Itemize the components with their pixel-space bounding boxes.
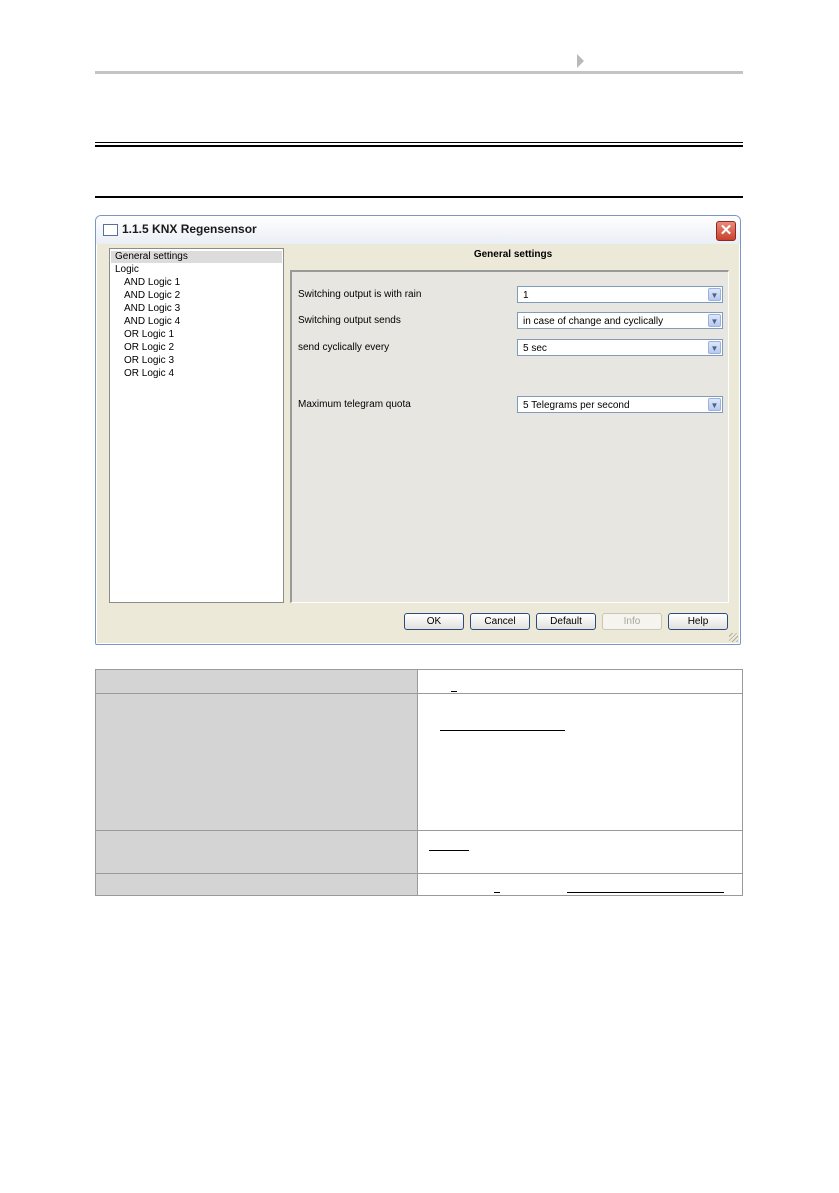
tree-item-label: General settings [115,251,188,262]
chevron-down-icon[interactable]: ▼ [708,314,721,327]
table-row-label-cell [96,670,418,693]
select-switching-output-rain[interactable]: 1 ▼ [517,286,723,303]
header-rule [95,71,743,74]
panel-title: General settings [473,249,553,260]
default-button[interactable]: Default [536,613,596,630]
parameter-table [95,669,743,896]
tree-item-or-logic-3[interactable]: OR Logic 3 [124,355,174,367]
window-title: 1.1.5 KNX Regensensor [122,222,257,236]
ok-button[interactable]: OK [404,613,464,630]
cancel-button[interactable]: Cancel [470,613,530,630]
table-row-label-cell [96,874,418,895]
select-value: 5 Telegrams per second [523,400,630,411]
tree-item-and-logic-4[interactable]: AND Logic 4 [124,316,180,328]
section-rule-top-thick [95,145,743,147]
select-max-telegram-quota[interactable]: 5 Telegrams per second ▼ [517,396,723,413]
parameter-panel: Switching output is with rain 1 ▼ Switch… [290,270,729,603]
default-value-underline [451,691,457,692]
param-label-max-telegram-quota: Maximum telegram quota [298,399,411,410]
section-rule-top [95,142,743,143]
param-label-send-cyclically: send cyclically every [298,342,390,353]
title-bar[interactable]: 1.1.5 KNX Regensensor ✕ [96,216,740,244]
tree-item-or-logic-1[interactable]: OR Logic 1 [124,329,174,341]
chevron-right-icon [577,54,584,68]
info-button[interactable]: Info [602,613,662,630]
table-row-label-cell [96,694,418,830]
select-send-cyclically[interactable]: 5 sec ▼ [517,339,723,356]
tree-item-and-logic-1[interactable]: AND Logic 1 [124,277,180,289]
tree-item-general-settings[interactable]: General settings [111,251,282,263]
parameter-dialog: 1.1.5 KNX Regensensor ✕ General settings… [95,215,741,645]
chevron-down-icon[interactable]: ▼ [708,398,721,411]
parameter-tree[interactable]: General settings Logic AND Logic 1 AND L… [109,248,284,603]
param-label-switching-output-rain: Switching output is with rain [298,289,422,300]
param-label-switching-output-sends: Switching output sends [298,315,401,326]
close-button[interactable]: ✕ [716,221,736,241]
select-switching-output-sends[interactable]: in case of change and cyclically ▼ [517,312,723,329]
select-value: in case of change and cyclically [523,316,664,327]
resize-grip-icon[interactable] [729,633,738,642]
tree-item-logic[interactable]: Logic [115,264,139,276]
help-button[interactable]: Help [668,613,728,630]
window-icon [103,224,118,236]
tree-item-or-logic-4[interactable]: OR Logic 4 [124,368,174,380]
chevron-down-icon[interactable]: ▼ [708,341,721,354]
select-value: 1 [523,290,529,301]
tree-item-or-logic-2[interactable]: OR Logic 2 [124,342,174,354]
table-row-label-cell [96,831,418,873]
chevron-down-icon[interactable]: ▼ [708,288,721,301]
tree-item-and-logic-3[interactable]: AND Logic 3 [124,303,180,315]
default-value-underline [567,892,724,893]
default-value-underline [440,730,565,731]
section-rule-bottom [95,196,743,198]
default-value-underline [429,850,469,851]
default-value-underline [494,892,500,893]
select-value: 5 sec [523,343,547,354]
tree-item-and-logic-2[interactable]: AND Logic 2 [124,290,180,302]
